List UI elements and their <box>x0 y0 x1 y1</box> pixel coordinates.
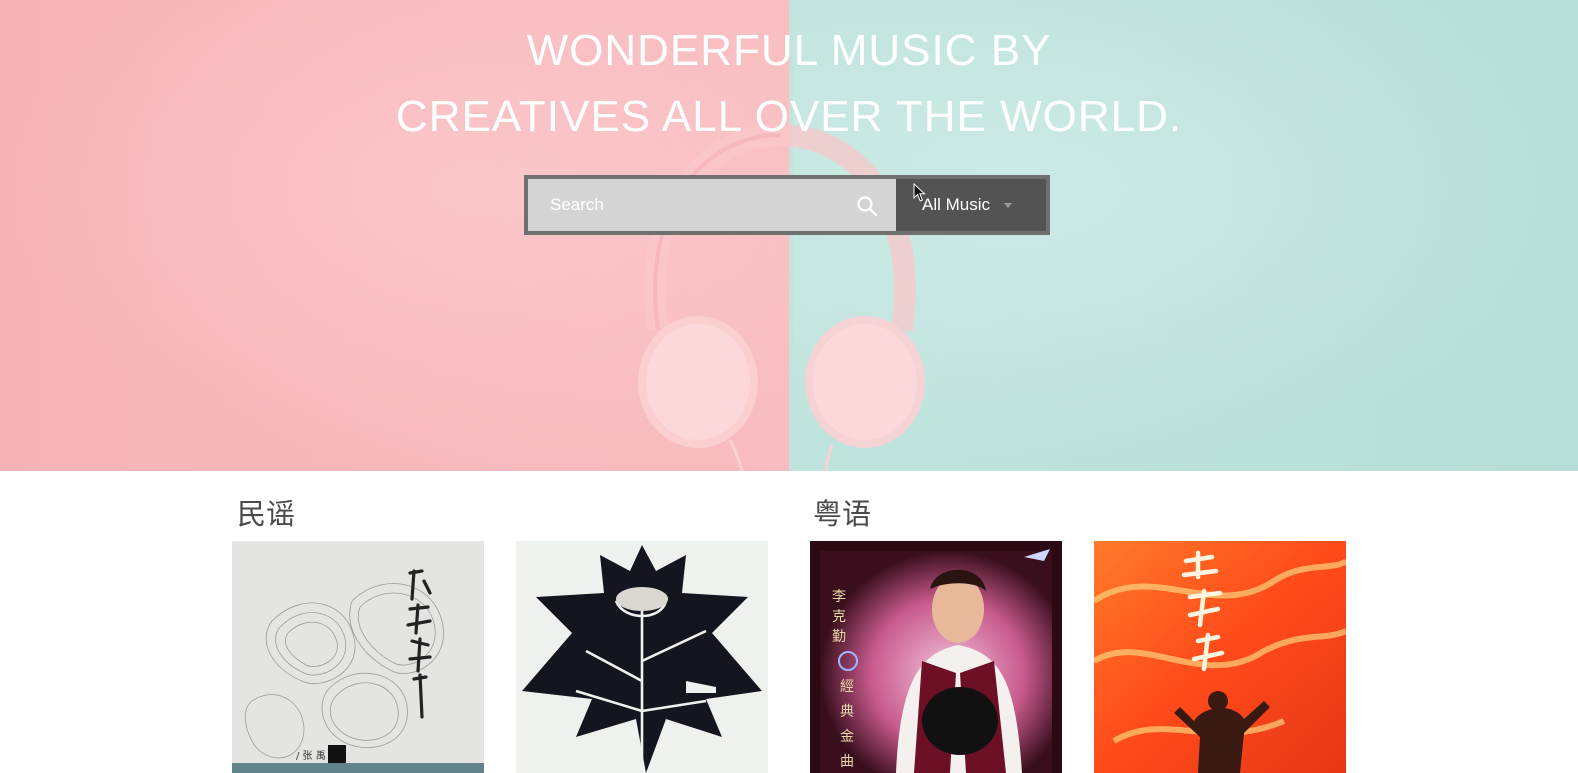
search-icon[interactable] <box>856 195 878 217</box>
chevron-down-icon <box>1004 202 1013 208</box>
svg-text:曲: 曲 <box>840 754 854 770</box>
album-cover-sketch[interactable]: / 张 禹 <box>232 541 484 773</box>
svg-text:勤: 勤 <box>832 629 846 645</box>
search-field[interactable] <box>528 179 896 231</box>
section-title-cantonese: 粤语 <box>813 497 872 531</box>
svg-text:經: 經 <box>840 679 854 695</box>
svg-text:典: 典 <box>840 704 854 720</box>
svg-text:金: 金 <box>840 729 854 745</box>
hero-title-line1: WONDERFUL MUSIC BY <box>526 26 1052 75</box>
svg-text:李: 李 <box>832 589 846 605</box>
search-input[interactable] <box>550 179 850 231</box>
mouse-cursor-icon <box>913 183 926 202</box>
album-cover-portrait[interactable]: 李克勤 經典金曲 <box>810 541 1062 773</box>
hero-title-line2: CREATIVES ALL OVER THE WORLD. <box>395 92 1183 141</box>
album-cover-fire[interactable] <box>1094 541 1346 773</box>
svg-text:/ 张 禹: / 张 禹 <box>296 749 326 762</box>
headphones-illustration <box>638 123 925 471</box>
search-bar: All Music <box>524 175 1050 235</box>
category-dropdown-label: All Music <box>922 195 991 214</box>
svg-text:克: 克 <box>832 609 846 625</box>
hero-banner: WONDERFUL MUSIC BY CREATIVES ALL OVER TH… <box>0 0 1578 471</box>
album-cover-leaf[interactable] <box>516 541 768 773</box>
section-title-folk: 民谣 <box>237 497 296 531</box>
